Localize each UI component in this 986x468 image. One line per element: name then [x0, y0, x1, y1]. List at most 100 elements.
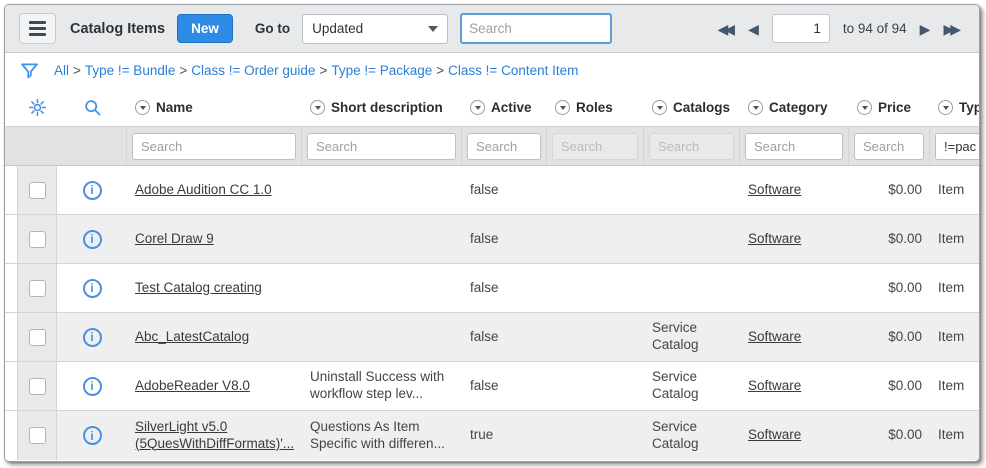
filter-input-short-description[interactable]: [307, 133, 456, 160]
column-header-category[interactable]: Category: [740, 88, 849, 126]
row-select-cell: [17, 362, 57, 410]
row-checkbox[interactable]: [29, 231, 46, 248]
filter-input-price[interactable]: [854, 133, 924, 160]
cell-active: true: [462, 411, 547, 460]
column-menu-icon[interactable]: [857, 100, 872, 115]
cell-price: $0.00: [849, 411, 930, 460]
row-checkbox[interactable]: [29, 329, 46, 346]
filter-pad: [57, 127, 127, 165]
search-icon[interactable]: [57, 97, 127, 118]
column-menu-icon[interactable]: [470, 100, 485, 115]
cell-type: Item: [930, 313, 979, 361]
row-select-cell: [17, 166, 57, 214]
last-page-button[interactable]: ▶▶: [943, 22, 961, 36]
filter-input-name[interactable]: [132, 133, 296, 160]
column-header-type[interactable]: Type: [930, 88, 979, 126]
price-value: $0.00: [888, 329, 922, 346]
column-header-roles[interactable]: Roles: [547, 88, 644, 126]
type-value: Item: [938, 231, 964, 248]
category-link[interactable]: Software: [748, 231, 801, 248]
column-header-row: Name Short description Active Roles Cata…: [5, 88, 979, 126]
column-header-price[interactable]: Price: [849, 88, 930, 126]
filter-input-category[interactable]: [745, 133, 843, 160]
row-checkbox[interactable]: [29, 182, 46, 199]
gear-icon[interactable]: [17, 97, 57, 118]
breadcrumb-link-class-order-guide[interactable]: Class != Order guide: [191, 63, 315, 78]
info-icon[interactable]: i: [83, 230, 102, 249]
column-header-short-description[interactable]: Short description: [302, 88, 462, 126]
breadcrumb-link-all[interactable]: All: [54, 63, 69, 78]
row-checkbox[interactable]: [29, 427, 46, 444]
page-number-input[interactable]: [772, 14, 830, 43]
hamburger-menu-button[interactable]: [19, 13, 56, 44]
category-link[interactable]: Software: [748, 182, 801, 199]
goto-selected-value: Updated: [312, 21, 363, 36]
cell-category: Software: [740, 166, 849, 214]
cell-short-description: [302, 215, 462, 263]
breadcrumb-link-type-bundle[interactable]: Type != Bundle: [85, 63, 175, 78]
active-value: false: [470, 329, 499, 346]
category-link[interactable]: Software: [748, 329, 801, 346]
column-menu-icon[interactable]: [555, 100, 570, 115]
row-preview-cell: i: [57, 362, 127, 410]
column-header-catalogs[interactable]: Catalogs: [644, 88, 740, 126]
cell-catalogs: [644, 166, 740, 214]
info-icon[interactable]: i: [83, 181, 102, 200]
cell-name: Corel Draw 9: [127, 215, 302, 263]
next-page-button[interactable]: ▶: [920, 22, 931, 36]
active-value: false: [470, 231, 499, 248]
column-menu-icon[interactable]: [135, 100, 150, 115]
first-page-button[interactable]: ◀◀: [718, 22, 736, 36]
breadcrumb-separator: >: [73, 63, 81, 78]
filter-input-roles: [552, 133, 638, 160]
record-link[interactable]: SilverLight v5.0 (5QuesWithDiffFormats)'…: [135, 419, 294, 453]
row-select-cell: [17, 313, 57, 361]
cell-roles: [547, 362, 644, 410]
column-menu-icon[interactable]: [652, 100, 667, 115]
column-header-active[interactable]: Active: [462, 88, 547, 126]
row-select-cell: [17, 264, 57, 312]
cell-name: Abc_LatestCatalog: [127, 313, 302, 361]
cell-roles: [547, 313, 644, 361]
cell-type: Item: [930, 411, 979, 460]
goto-field-select[interactable]: Updated: [302, 14, 448, 44]
previous-page-button[interactable]: ◀: [748, 22, 759, 36]
filter-input-type[interactable]: [935, 133, 980, 160]
breadcrumb-separator: >: [319, 63, 327, 78]
cell-price: $0.00: [849, 362, 930, 410]
cell-type: Item: [930, 166, 979, 214]
record-link[interactable]: Corel Draw 9: [135, 231, 214, 248]
info-icon[interactable]: i: [83, 328, 102, 347]
info-icon[interactable]: i: [83, 377, 102, 396]
pagination: ◀◀ ◀ to 94 of 94 ▶ ▶▶: [718, 14, 961, 43]
filter-input-active[interactable]: [467, 133, 541, 160]
cell-type: Item: [930, 264, 979, 312]
goto-search-input[interactable]: [460, 13, 612, 44]
category-link[interactable]: Software: [748, 427, 801, 444]
info-icon[interactable]: i: [83, 426, 102, 445]
row-checkbox[interactable]: [29, 280, 46, 297]
record-link[interactable]: Adobe Audition CC 1.0: [135, 182, 272, 199]
record-link[interactable]: Abc_LatestCatalog: [135, 329, 249, 346]
record-link[interactable]: AdobeReader V8.0: [135, 378, 250, 395]
cell-short-description: [302, 313, 462, 361]
price-value: $0.00: [888, 231, 922, 248]
row-checkbox[interactable]: [29, 378, 46, 395]
filter-cell-category: [740, 127, 849, 165]
cell-category: Software: [740, 411, 849, 460]
breadcrumb-link-type-package[interactable]: Type != Package: [331, 63, 432, 78]
filter-funnel-icon[interactable]: [19, 60, 40, 81]
breadcrumb-link-class-content-item[interactable]: Class != Content Item: [448, 63, 578, 78]
info-icon[interactable]: i: [83, 279, 102, 298]
column-label: Category: [769, 100, 828, 115]
category-link[interactable]: Software: [748, 378, 801, 395]
column-menu-icon[interactable]: [938, 100, 953, 115]
column-header-name[interactable]: Name: [127, 88, 302, 126]
cell-name: Adobe Audition CC 1.0: [127, 166, 302, 214]
column-menu-icon[interactable]: [310, 100, 325, 115]
new-button[interactable]: New: [177, 14, 233, 43]
column-menu-icon[interactable]: [748, 100, 763, 115]
pagination-range-text: to 94 of 94: [843, 21, 907, 36]
record-link[interactable]: Test Catalog creating: [135, 280, 262, 297]
price-value: $0.00: [888, 280, 922, 297]
